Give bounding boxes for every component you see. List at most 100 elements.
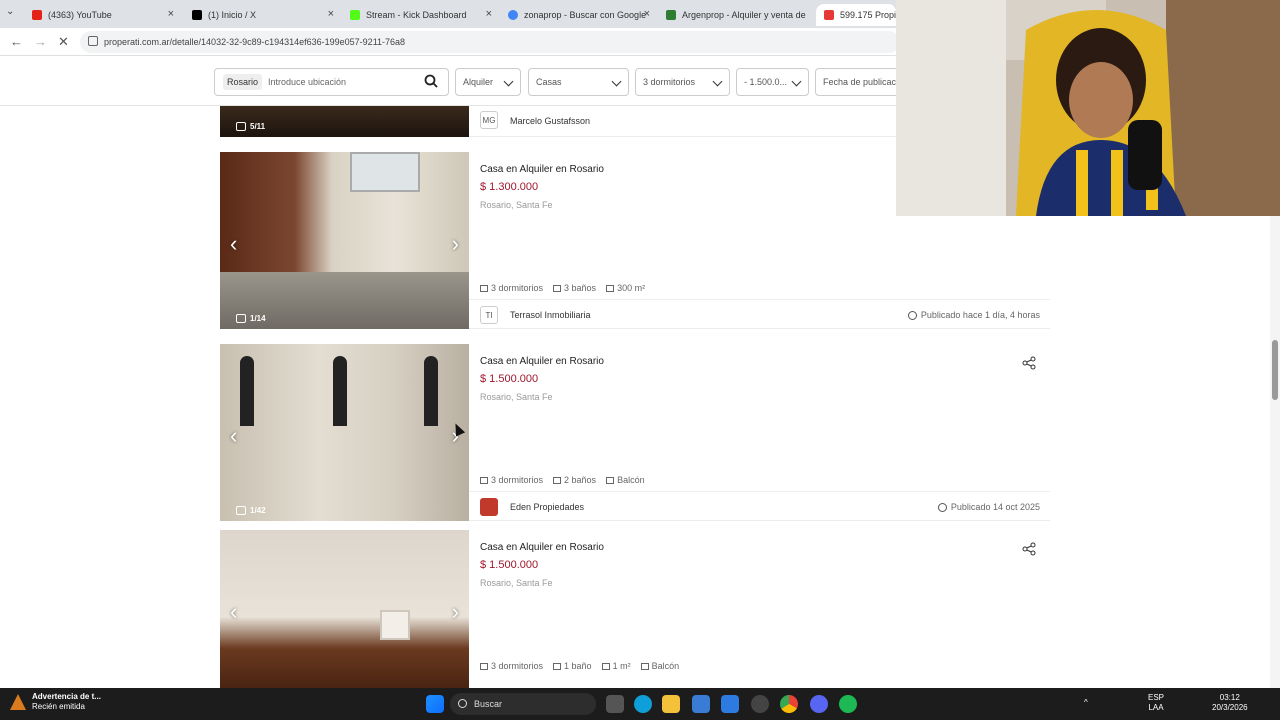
listing-photo[interactable]: 5/11: [220, 106, 469, 137]
agent-name[interactable]: Eden Propiedades: [510, 502, 584, 512]
tab-kick[interactable]: Stream - Kick Dashboard ×: [342, 4, 498, 26]
bath-icon: [553, 477, 562, 484]
windows-start-icon[interactable]: [426, 695, 444, 713]
location-search[interactable]: Rosario Introduce ubicación: [214, 68, 449, 96]
listing-features: 3 dormitorios 3 baños 300 m²: [480, 283, 645, 293]
listing-photo[interactable]: ‹ › 1/42: [220, 344, 469, 521]
tray-chevron-icon[interactable]: ^: [1084, 698, 1088, 708]
agent-name[interactable]: Terrasol Inmobiliaria: [510, 310, 591, 320]
published-date: Publicado hace 1 día, 4 horas: [907, 310, 1040, 320]
chevron-down-icon: [611, 76, 622, 87]
task-view-icon[interactable]: [606, 695, 624, 713]
agent-name[interactable]: Marcelo Gustafsson: [510, 116, 590, 126]
streamer-webcam-image: [896, 0, 1280, 216]
taskbar-alert[interactable]: Advertencia de t... Recién emitida: [10, 692, 101, 712]
edge-icon[interactable]: [634, 695, 652, 713]
listing-title[interactable]: Casa en Alquiler en Rosario: [480, 542, 604, 553]
share-icon[interactable]: [1022, 356, 1036, 370]
app-icon[interactable]: [751, 695, 769, 713]
discord-icon[interactable]: [810, 695, 828, 713]
stop-icon[interactable]: ✕: [58, 34, 69, 50]
bed-icon: [480, 477, 488, 484]
price-dropdown[interactable]: - 1.500.0...: [736, 68, 809, 96]
listing-title[interactable]: Casa en Alquiler en Rosario: [480, 164, 604, 175]
taskbar-search[interactable]: Buscar: [450, 693, 596, 715]
chevron-down-icon: [791, 76, 802, 87]
webcam-overlay: [896, 0, 1280, 216]
listing-title[interactable]: Casa en Alquiler en Rosario: [480, 356, 604, 367]
share-icon[interactable]: [1022, 542, 1036, 556]
listing-features: 3 dormitorios 1 baño 1 m² Balcón: [480, 661, 679, 671]
scrollbar-thumb[interactable]: [1272, 340, 1278, 400]
image-icon: [236, 314, 246, 323]
argenprop-icon: [666, 10, 676, 20]
close-tab-icon[interactable]: ×: [486, 8, 492, 20]
location-input[interactable]: Introduce ubicación: [268, 77, 346, 87]
listing-price: $ 1.500.000: [480, 373, 539, 385]
spotify-icon[interactable]: [839, 695, 857, 713]
search-icon: [458, 699, 467, 708]
feature-bedrooms: 3 dormitorios: [480, 661, 543, 671]
prev-photo-icon[interactable]: ‹: [230, 423, 237, 449]
listing-photo[interactable]: ‹ › 1/14: [220, 152, 469, 329]
listing-location: Rosario, Santa Fe: [480, 200, 553, 210]
language-indicator[interactable]: ESP LAA: [1148, 693, 1164, 713]
feature-bathrooms: 2 baños: [553, 475, 596, 485]
bath-icon: [553, 285, 562, 292]
prev-photo-icon[interactable]: ‹: [230, 231, 237, 257]
site-info-icon[interactable]: [88, 36, 98, 46]
area-icon: [601, 663, 610, 670]
chevron-down-icon: [712, 76, 723, 87]
file-explorer-icon[interactable]: [662, 695, 680, 713]
listing-photo[interactable]: ‹ ›: [220, 530, 469, 688]
prev-photo-icon[interactable]: ‹: [230, 599, 237, 625]
listing-card[interactable]: ‹ › 1/42 Casa en Alquiler en Rosario $ 1…: [220, 344, 1050, 521]
feature-area: 300 m²: [606, 283, 645, 293]
tab-argenprop[interactable]: Argenprop - Alquiler y venta de: [658, 4, 814, 26]
image-icon: [236, 122, 246, 131]
listing-location: Rosario, Santa Fe: [480, 392, 553, 402]
search-icon[interactable]: [424, 74, 438, 88]
feature-bedrooms: 3 dormitorios: [480, 475, 543, 485]
properati-icon: [824, 10, 834, 20]
image-icon: [236, 506, 246, 515]
feature-bedrooms: 3 dormitorios: [480, 283, 543, 293]
listing-location: Rosario, Santa Fe: [480, 578, 553, 588]
agent-logo: MG: [480, 111, 498, 129]
close-tab-icon[interactable]: ×: [328, 8, 334, 20]
feature-balcony: Balcón: [606, 475, 645, 485]
published-date: Publicado 14 oct 2025: [937, 502, 1040, 512]
listing-price: $ 1.300.000: [480, 181, 539, 193]
mail-icon[interactable]: [721, 695, 739, 713]
bedrooms-dropdown[interactable]: 3 dormitorios: [635, 68, 730, 96]
tab-google[interactable]: zonaprop - Buscar con Google ×: [500, 4, 656, 26]
feature-bathrooms: 1 baño: [553, 661, 592, 671]
next-photo-icon[interactable]: ›: [452, 599, 459, 625]
store-icon[interactable]: [692, 695, 710, 713]
chrome-icon[interactable]: [780, 695, 798, 713]
photo-counter: 5/11: [236, 122, 265, 131]
date-dropdown[interactable]: Fecha de publicac: [815, 68, 905, 96]
tab-youtube[interactable]: (4363) YouTube ×: [24, 4, 180, 26]
google-icon: [508, 10, 518, 20]
operation-dropdown[interactable]: Alquiler: [455, 68, 521, 96]
feature-balcony: Balcón: [640, 661, 679, 671]
close-tab-icon[interactable]: ×: [168, 8, 174, 20]
clock[interactable]: 03:12 20/3/2026: [1212, 693, 1248, 713]
feature-bathrooms: 3 baños: [553, 283, 596, 293]
x-icon: [192, 10, 202, 20]
tab-properati[interactable]: 599.175 Propied: [816, 4, 896, 26]
tab-x[interactable]: (1) Inicio / X ×: [184, 4, 340, 26]
close-tab-icon[interactable]: ×: [644, 8, 650, 20]
url-field[interactable]: properati.com.ar/detalle/14032-32-9c89-c…: [80, 31, 900, 53]
next-photo-icon[interactable]: ›: [452, 231, 459, 257]
listing-card[interactable]: ‹ › Casa en Alquiler en Rosario $ 1.500.…: [220, 530, 1050, 688]
property-type-dropdown[interactable]: Casas: [528, 68, 629, 96]
city-chip[interactable]: Rosario: [223, 74, 263, 90]
tab-search-dropdown-icon[interactable]: ⌄: [6, 6, 14, 17]
agent-logo: [480, 498, 498, 516]
photo-counter: 1/42: [236, 506, 266, 515]
back-icon[interactable]: ←: [10, 34, 23, 49]
forward-icon[interactable]: →: [34, 34, 47, 49]
area-icon: [606, 285, 615, 292]
